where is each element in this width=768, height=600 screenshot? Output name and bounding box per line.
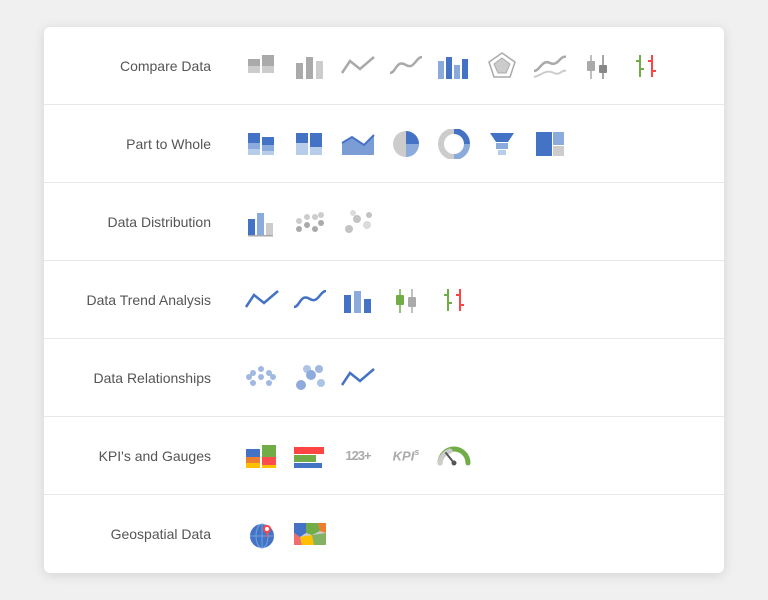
kpi-gauges-icons: 123+ KPIs (229, 437, 473, 475)
kpi-gauges-label: KPI's and Gauges (44, 448, 229, 464)
scatter-plot-icon[interactable] (339, 203, 377, 241)
compare-data-icons (229, 47, 665, 85)
data-distribution-icons (229, 203, 377, 241)
kpi-bar-icon[interactable] (243, 437, 281, 475)
trend-ohlc-icon[interactable] (435, 281, 473, 319)
geospatial-icons (229, 515, 329, 553)
trend-line-icon[interactable] (243, 281, 281, 319)
bubble-chart-icon[interactable] (243, 359, 281, 397)
funnel-chart-icon[interactable] (483, 125, 521, 163)
data-trend-row: Data Trend Analysis (44, 261, 724, 339)
area-chart-icon[interactable] (339, 125, 377, 163)
map-icon[interactable] (291, 515, 329, 553)
geospatial-label: Geospatial Data (44, 526, 229, 542)
treemap-icon[interactable] (531, 125, 569, 163)
ohlc-icon[interactable] (627, 47, 665, 85)
trend-spline-icon[interactable] (291, 281, 329, 319)
dual-line-icon[interactable] (531, 47, 569, 85)
relationship-line-icon[interactable] (339, 359, 377, 397)
kpi-number-icon[interactable]: 123+ (339, 437, 377, 475)
data-distribution-label: Data Distribution (44, 214, 229, 230)
globe-pin-icon[interactable] (243, 515, 281, 553)
stacked-bar-icon[interactable] (243, 47, 281, 85)
geospatial-row: Geospatial Data (44, 495, 724, 573)
gauge-icon[interactable] (435, 437, 473, 475)
part-to-whole-row: Part to Whole (44, 105, 724, 183)
stacked-bar-blue-icon[interactable] (243, 125, 281, 163)
data-trend-label: Data Trend Analysis (44, 292, 229, 308)
data-relationships-row: Data Relationships (44, 339, 724, 417)
part-to-whole-label: Part to Whole (44, 136, 229, 152)
part-to-whole-icons (229, 125, 569, 163)
data-relationships-icons (229, 359, 377, 397)
kpi-text-icon[interactable]: KPIs (387, 437, 425, 475)
column-bar-icon[interactable] (291, 47, 329, 85)
line-chart-icon[interactable] (339, 47, 377, 85)
kpi-hbar-icon[interactable] (291, 437, 329, 475)
spline-chart-icon[interactable] (387, 47, 425, 85)
kpi-gauges-row: KPI's and Gauges (44, 417, 724, 495)
trend-bar-icon[interactable] (339, 281, 377, 319)
histogram-icon[interactable] (243, 203, 281, 241)
data-trend-icons (229, 281, 473, 319)
donut-chart-icon[interactable] (435, 125, 473, 163)
chart-type-card: Compare Data (44, 27, 724, 573)
scatter-blue-icon[interactable] (291, 359, 329, 397)
100-stacked-bar-icon[interactable] (291, 125, 329, 163)
data-distribution-row: Data Distribution (44, 183, 724, 261)
bar-combo-icon[interactable] (435, 47, 473, 85)
pie-chart-icon[interactable] (387, 125, 425, 163)
compare-data-row: Compare Data (44, 27, 724, 105)
trend-candlestick-icon[interactable] (387, 281, 425, 319)
compare-data-label: Compare Data (44, 58, 229, 74)
candlestick-icon[interactable] (579, 47, 617, 85)
dot-plot-icon[interactable] (291, 203, 329, 241)
data-relationships-label: Data Relationships (44, 370, 229, 386)
radar-chart-icon[interactable] (483, 47, 521, 85)
